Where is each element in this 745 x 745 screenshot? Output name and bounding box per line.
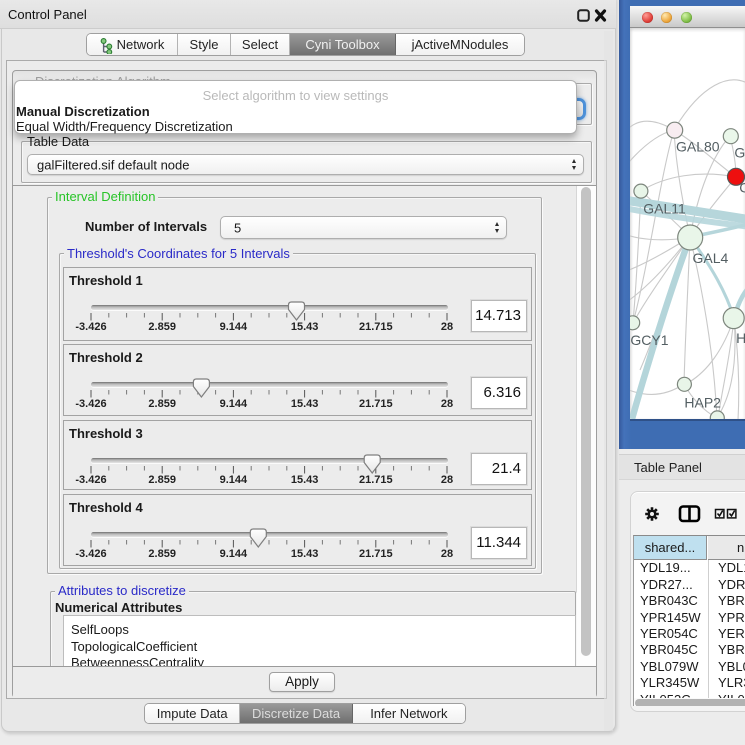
svg-text:H: H: [736, 330, 745, 346]
svg-text:GAL11: GAL11: [643, 201, 686, 217]
svg-text:C: C: [739, 179, 745, 195]
svg-text:GA: GA: [734, 145, 745, 161]
svg-text:GAL4: GAL4: [693, 250, 729, 266]
svg-text:GAL80: GAL80: [676, 139, 720, 155]
svg-text:GCY1: GCY1: [630, 332, 668, 348]
svg-text:HAP2: HAP2: [684, 394, 721, 410]
